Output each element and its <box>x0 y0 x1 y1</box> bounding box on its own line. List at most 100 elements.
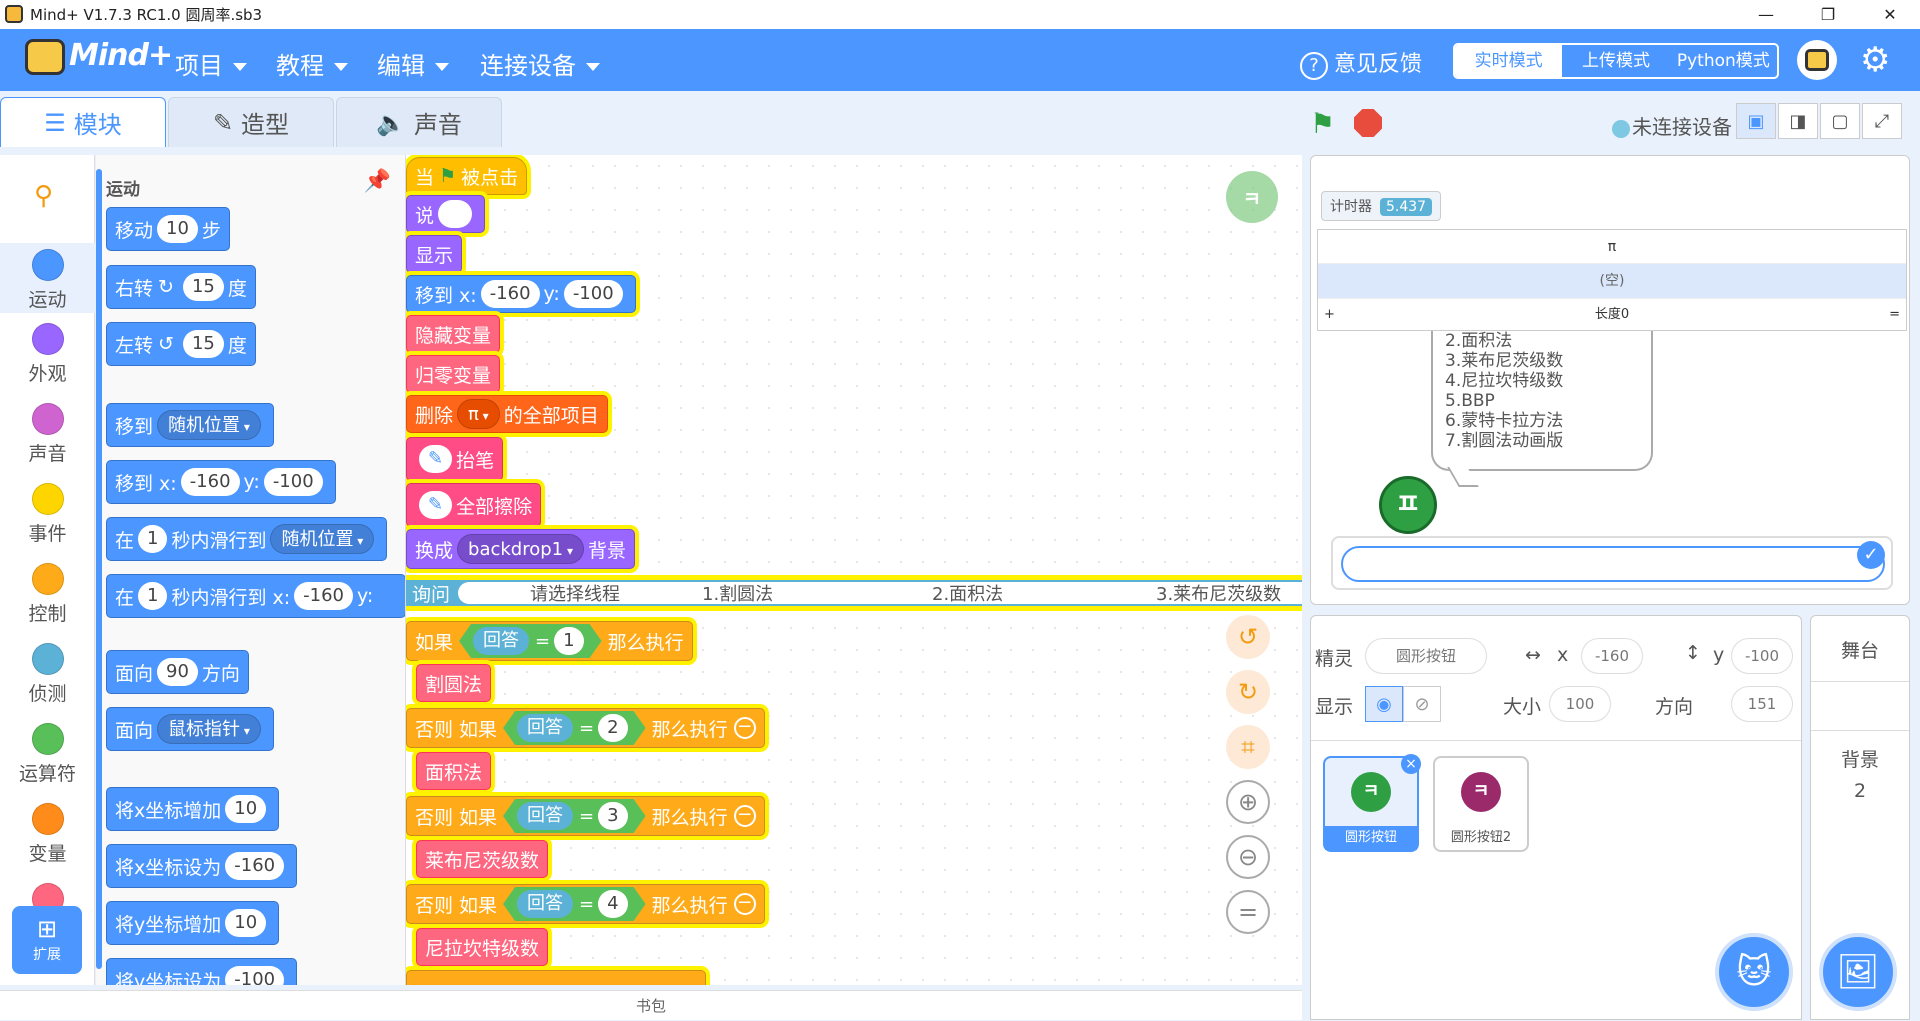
block-set-x[interactable]: 将x坐标设为 -160 <box>106 844 298 888</box>
category-sensing[interactable]: 侦测 <box>0 643 95 706</box>
tab-sounds[interactable]: 🔈 声音 <box>336 97 502 147</box>
zoom-reset-icon[interactable]: = <box>1226 890 1270 934</box>
block-change-y[interactable]: 将y坐标增加 10 <box>106 901 280 945</box>
block-show[interactable]: 显示 <box>406 235 463 273</box>
feedback-button[interactable]: ? 意见反馈 <box>1300 46 1422 80</box>
category-operators[interactable]: 运算符 <box>0 723 95 786</box>
block-custom-call[interactable]: 割圆法 <box>416 664 492 702</box>
category-sound[interactable]: 声音 <box>0 403 95 466</box>
avatar[interactable] <box>1797 40 1837 80</box>
check-icon[interactable]: ✓ <box>1857 541 1885 569</box>
category-variables[interactable]: 变量 <box>0 803 95 866</box>
tab-costumes[interactable]: ✎ 造型 <box>168 97 334 147</box>
block-set-y[interactable]: 将y坐标设为 -100 <box>106 958 298 985</box>
answer-input[interactable] <box>1341 546 1885 582</box>
block-turn-left[interactable]: 左转 ↺ 15 度 <box>106 322 256 366</box>
block-point-towards[interactable]: 面向 鼠标指针 <box>106 707 274 751</box>
minimize-button[interactable]: — <box>1738 0 1794 29</box>
block-when-flag-clicked[interactable]: 当 ⚑ 被点击 <box>406 157 528 195</box>
zoom-out-icon[interactable]: ⊖ <box>1226 835 1270 879</box>
remove-branch-icon[interactable]: − <box>733 717 756 739</box>
delete-sprite-icon[interactable]: × <box>1401 754 1421 774</box>
block-switch-backdrop[interactable]: 换成backdrop1背景 <box>406 529 635 569</box>
pi-sprite[interactable]: ㅍ <box>1379 476 1437 534</box>
block-else-if[interactable] <box>406 970 706 985</box>
undo-icon[interactable]: ↺ <box>1226 615 1270 659</box>
equals-condition[interactable]: 回答 = 3 <box>503 799 646 833</box>
tab-blocks[interactable]: ☰ 模块 <box>0 97 166 147</box>
block-ask[interactable]: 询问 请选择线程 1.割圆法 2.面积法 3.莱布尼茨级数 <box>406 575 1302 611</box>
block-goto-xy[interactable]: 移到 x: -160 y: -100 <box>106 460 336 504</box>
stage[interactable]: 计时器 5.437 2.面积法 3.莱布尼茨级数 4.尼拉坎特级数 5.BBP 6… <box>1310 155 1910 605</box>
eye-off-icon[interactable]: ⊘ <box>1403 686 1441 722</box>
crop-icon[interactable]: ⌗ <box>1226 725 1270 769</box>
remove-branch-icon[interactable]: − <box>733 805 756 827</box>
block-hide-variables[interactable]: 隐藏变量 <box>406 315 501 353</box>
x-input[interactable]: -160 <box>1581 638 1643 674</box>
fullscreen-icon[interactable]: ⤢ <box>1862 103 1902 139</box>
choose-backdrop-icon[interactable]: 🖼 <box>1819 933 1897 1011</box>
y-input[interactable]: -100 <box>1731 638 1793 674</box>
block-reset-variables[interactable]: 归零变量 <box>406 355 501 393</box>
ask-prompt-field[interactable]: 请选择线程 1.割圆法 2.面积法 3.莱布尼茨级数 <box>458 582 1302 605</box>
list-add-button[interactable]: + <box>1324 299 1335 330</box>
mode-realtime[interactable]: 实时模式 <box>1455 45 1563 77</box>
block-clear[interactable]: ✎ 全部擦除 <box>406 483 542 527</box>
block-else-if[interactable]: 否则 如果 回答 = 3 那么执行 − <box>406 796 765 836</box>
block-point-direction[interactable]: 面向 90 方向 <box>106 650 249 694</box>
category-control[interactable]: 控制 <box>0 563 95 626</box>
block-else-if[interactable]: 否则 如果 回答 = 4 那么执行 − <box>406 884 765 924</box>
layout-normal-stage-icon[interactable]: ◨ <box>1778 103 1818 139</box>
size-input[interactable]: 100 <box>1549 686 1611 722</box>
sprite-tile-selected[interactable]: × ㅋ 圆形按钮 <box>1323 754 1421 852</box>
equals-condition[interactable]: 回答 = 2 <box>503 711 646 745</box>
pin-icon[interactable]: 📌 <box>364 169 391 194</box>
eye-icon[interactable]: ◉ <box>1365 686 1403 722</box>
block-custom-call[interactable]: 莱布尼茨级数 <box>416 840 549 878</box>
layout-small-stage-icon[interactable]: ▣ <box>1736 103 1776 139</box>
choose-sprite-icon[interactable]: 🐱 <box>1715 933 1793 1011</box>
category-motion[interactable]: 运动 <box>0 243 95 313</box>
sprite-name-input[interactable]: 圆形按钮 <box>1365 638 1487 674</box>
equals-condition[interactable]: 回答 = 1 <box>459 624 602 658</box>
equals-condition[interactable]: 回答 = 4 <box>503 887 646 921</box>
search-icon[interactable]: ⚲ <box>34 181 53 211</box>
maximize-button[interactable]: ❐ <box>1800 0 1856 29</box>
menu-tutorial[interactable]: 教程 <box>276 46 348 81</box>
block-glide-xy[interactable]: 在 1 秒内滑行到 x: -160 y: <box>106 574 405 618</box>
block-custom-call[interactable]: 面积法 <box>416 752 492 790</box>
block-custom-call[interactable]: 尼拉坎特级数 <box>416 928 549 966</box>
mode-upload[interactable]: 上传模式 <box>1562 45 1669 77</box>
extension-button[interactable]: ⊞ 扩展 <box>12 906 82 974</box>
block-pen-up[interactable]: ✎ 抬笔 <box>406 437 504 481</box>
list-resize-handle[interactable]: = <box>1889 299 1900 330</box>
menu-edit[interactable]: 编辑 <box>377 46 449 81</box>
block-glide[interactable]: 在 1 秒内滑行到 随机位置 <box>106 517 388 561</box>
close-button[interactable]: ✕ <box>1862 0 1918 29</box>
mode-python[interactable]: Python模式 <box>1670 45 1777 77</box>
stage-thumbnail[interactable] <box>1811 681 1909 731</box>
block-delete-all-list[interactable]: 删除π的全部项目 <box>406 395 608 433</box>
green-flag-icon[interactable]: ⚑ <box>1310 107 1335 140</box>
menu-connect-device[interactable]: 连接设备 <box>480 46 600 81</box>
menu-project[interactable]: 项目 <box>175 46 247 81</box>
category-looks[interactable]: 外观 <box>0 323 95 386</box>
script-workspace[interactable]: 当 ⚑ 被点击 说 显示 移到 x: -160 y: -100 隐藏变量 归零变量 删除 π… <box>406 155 1302 985</box>
block-if[interactable]: 如果 回答 = 1 那么执行 <box>406 621 693 661</box>
redo-icon[interactable]: ↻ <box>1226 670 1270 714</box>
block-else-if[interactable]: 否则 如果 回答 = 2 那么执行 − <box>406 708 765 748</box>
block-move[interactable]: 移动 10 步 <box>106 207 230 251</box>
block-goto-xy-script[interactable]: 移到 x: -160 y: -100 <box>406 275 636 313</box>
direction-input[interactable]: 151 <box>1731 686 1793 722</box>
layout-hide-stage-icon[interactable]: ▢ <box>1820 103 1860 139</box>
backpack[interactable]: 书包 <box>0 990 1302 1020</box>
block-turn-right[interactable]: 右转 ↻ 15 度 <box>106 265 256 309</box>
category-events[interactable]: 事件 <box>0 483 95 546</box>
sprite-tile[interactable]: ㅋ 圆形按钮2 <box>1433 756 1529 852</box>
zoom-in-icon[interactable]: ⊕ <box>1226 780 1270 824</box>
block-change-x[interactable]: 将x坐标增加 10 <box>106 787 280 831</box>
palette-scrollbar[interactable] <box>96 169 102 969</box>
stop-icon[interactable] <box>1354 109 1382 137</box>
block-say[interactable]: 说 <box>406 195 486 233</box>
remove-branch-icon[interactable]: − <box>733 893 756 915</box>
